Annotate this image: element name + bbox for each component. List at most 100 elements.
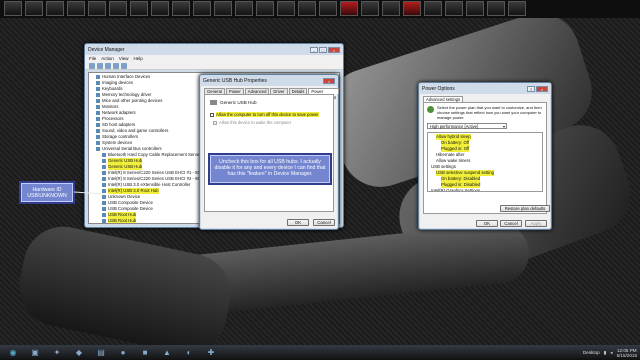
device-icon (96, 123, 100, 127)
clock-time: 12:05 PM (616, 347, 637, 353)
hardware-id-value: USB\UNKNOWN (27, 193, 67, 199)
dock-app-icon[interactable] (172, 1, 190, 16)
menu-item-action[interactable]: Action (101, 56, 114, 61)
taskbar-app-icon[interactable]: ▣ (25, 347, 45, 359)
hardware-id-callout: Hardware ID USB\UNKNOWN (21, 183, 73, 202)
scan-icon[interactable] (121, 63, 127, 69)
setting-label: Intel(R) Graphics Settings (431, 188, 481, 193)
wake-label: Allow this device to wake the computer (219, 120, 292, 125)
help-icon[interactable] (113, 63, 119, 69)
dock-app-icon[interactable] (130, 1, 148, 16)
device-icon (96, 93, 100, 97)
device-manager-title: Device Manager (88, 46, 125, 53)
menu-item-help[interactable]: Help (133, 56, 142, 61)
power-options-window: Power Options ? × Advanced settings Selec… (418, 82, 552, 230)
device-icon (102, 153, 106, 157)
power-management-pane: Generic USB Hub Allow the computer to tu… (204, 94, 334, 212)
dock-app-icon[interactable] (319, 1, 337, 16)
clock[interactable]: 12:05 PM 5/15/2015 (617, 348, 637, 358)
hub-properties-titlebar[interactable]: Generic USB Hub Properties × (200, 75, 338, 86)
setting-node[interactable]: Intel(R) Graphics Settings (429, 188, 541, 193)
desktop-toolbar-label[interactable]: Desktop (583, 350, 600, 355)
power-options-title: Power Options (422, 85, 455, 92)
device-icon (96, 129, 100, 133)
dock-app-icon[interactable] (445, 1, 463, 16)
taskbar-app-icon[interactable]: ◆ (69, 347, 89, 359)
network-icon[interactable]: ▮ (604, 350, 607, 356)
settings-tree[interactable]: Allow hybrid sleep On battery: Off Plugged… (427, 132, 543, 193)
dock-app-icon[interactable] (46, 1, 64, 16)
cancel-button[interactable]: Cancel (500, 220, 522, 227)
device-manager-titlebar[interactable]: Device Manager – □ × (85, 44, 343, 55)
device-icon (96, 75, 100, 79)
device-icon (102, 219, 106, 223)
close-button[interactable]: × (328, 46, 340, 53)
maximize-button[interactable]: □ (319, 46, 327, 53)
taskbar-app-icon[interactable]: ✚ (201, 347, 221, 359)
taskbar-app-icon[interactable]: ■ (135, 347, 155, 359)
dock-app-icon[interactable] (214, 1, 232, 16)
ok-button[interactable]: OK (287, 219, 309, 226)
menu-bar: File Action View Help (85, 55, 343, 62)
plan-dropdown[interactable]: High performance [Active] ▾ (427, 123, 507, 130)
dock-app-icon[interactable] (277, 1, 295, 16)
taskbar-app-icon[interactable]: ▤ (91, 347, 111, 359)
menu-item-file[interactable]: File (89, 56, 96, 61)
chevron-down-icon: ▾ (502, 124, 505, 130)
dock-app-icon[interactable] (361, 1, 379, 16)
dock-app-icon[interactable] (151, 1, 169, 16)
usb-hub-icon (210, 100, 217, 105)
power-options-titlebar[interactable]: Power Options ? × (419, 83, 551, 94)
device-icon (96, 147, 100, 151)
device-icon (96, 111, 100, 115)
dock-app-icon[interactable] (67, 1, 85, 16)
dock-app-icon[interactable] (25, 1, 43, 16)
advanced-settings-pane: Select the power plan that you want to c… (423, 102, 550, 214)
dock-app-icon[interactable] (403, 1, 421, 16)
taskbar-app-icon[interactable]: ✦ (47, 347, 67, 359)
dock-app-icon[interactable] (382, 1, 400, 16)
dock-app-icon[interactable] (508, 1, 526, 16)
device-icon (102, 195, 106, 199)
dock-app-icon[interactable] (109, 1, 127, 16)
volume-icon[interactable]: ◂ (610, 350, 612, 356)
taskbar-app-icon[interactable]: ● (113, 347, 133, 359)
minimize-button[interactable]: – (310, 46, 318, 53)
turn-off-checkbox[interactable] (210, 112, 214, 117)
system-tray: Desktop ▮ ◂ 12:05 PM 5/15/2015 (583, 348, 637, 358)
taskbar: ◉ ▣ ✦ ◆ ▤ ● ■ ▲ ◐ ✚ Desktop ▮ ◂ 12:05 PM… (0, 345, 640, 360)
turn-off-label: Allow the computer to turn off this devi… (216, 112, 319, 117)
dock-app-icon[interactable] (235, 1, 253, 16)
device-icon (96, 99, 100, 103)
dock-app-icon[interactable] (193, 1, 211, 16)
menu-item-view[interactable]: View (119, 56, 129, 61)
hub-callout: Uncheck this box for all USB hubs. I act… (210, 155, 330, 183)
help-button[interactable]: ? (527, 85, 535, 92)
dock-app-icon[interactable] (340, 1, 358, 16)
plan-dropdown-value: High performance [Active] (430, 124, 479, 130)
clock-date: 5/15/2015 (616, 352, 637, 358)
taskbar-app-icon[interactable]: ▲ (157, 347, 177, 359)
device-icon (96, 117, 100, 121)
close-button[interactable]: × (323, 77, 335, 84)
ok-button[interactable]: OK (476, 220, 498, 227)
device-icon (102, 159, 106, 163)
back-icon[interactable] (89, 63, 95, 69)
properties-icon[interactable] (105, 63, 111, 69)
start-button[interactable]: ◉ (3, 347, 23, 359)
apply-button[interactable]: Apply (525, 220, 547, 227)
dock-app-icon[interactable] (298, 1, 316, 16)
forward-icon[interactable] (97, 63, 103, 69)
restore-defaults-button[interactable]: Restore plan defaults (500, 205, 550, 212)
close-button[interactable]: × (536, 85, 548, 92)
dock-app-icon[interactable] (466, 1, 484, 16)
dock-app-icon[interactable] (424, 1, 442, 16)
cancel-button[interactable]: Cancel (313, 219, 335, 226)
wake-checkbox[interactable] (213, 120, 217, 125)
dock-app-icon[interactable] (4, 1, 22, 16)
dock-app-icon[interactable] (256, 1, 274, 16)
dock-app-icon[interactable] (88, 1, 106, 16)
taskbar-app-icon[interactable]: ◐ (179, 347, 199, 359)
hub-properties-dialog: Generic USB Hub Properties × General Powe… (199, 74, 339, 230)
dock-app-icon[interactable] (487, 1, 505, 16)
